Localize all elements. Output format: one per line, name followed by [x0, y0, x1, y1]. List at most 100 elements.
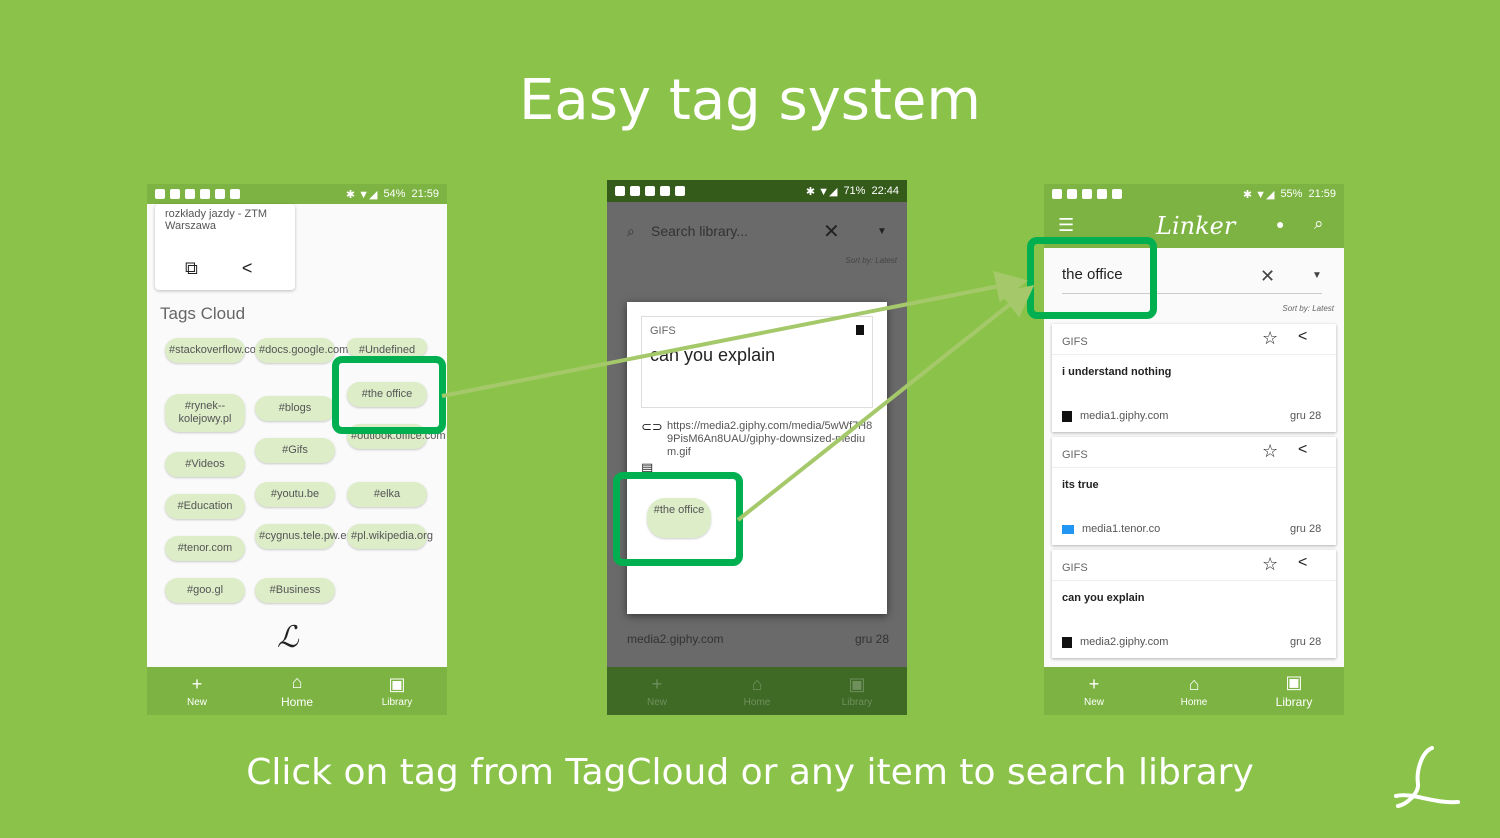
library-icon: ▣ — [848, 673, 866, 694]
item-source: media1.tenor.co — [1082, 523, 1161, 535]
item-date: gru 28 — [1290, 523, 1322, 535]
item-title: its true — [1062, 479, 1099, 491]
highlight-search-field — [1027, 237, 1157, 319]
star-icon[interactable]: ☆ — [1262, 328, 1278, 349]
headline: Easy tag system — [519, 68, 981, 133]
library-item[interactable]: GIFS ☆ < can you explain media2.giphy.co… — [1052, 550, 1336, 658]
nav-new[interactable]: + New — [1044, 667, 1144, 715]
item-category: GIFS — [650, 325, 676, 337]
nav-home[interactable]: ⌂ Home — [1144, 667, 1244, 715]
bottom-nav: + New ⌂ Home ▣ Library — [1044, 667, 1344, 715]
tag-chip[interactable]: #blogs — [255, 396, 335, 421]
item-url[interactable]: ⊂⊃ https://media2.giphy.com/media/5wWf7H8… — [641, 420, 873, 476]
sort-label[interactable]: Sort by: Latest — [845, 256, 897, 265]
chevron-down-icon[interactable]: ▼ — [877, 226, 887, 237]
nav-new[interactable]: + New — [147, 667, 247, 715]
item-date: gru 28 — [1290, 636, 1322, 648]
nav-library[interactable]: ▣ Library — [807, 667, 907, 715]
tag-chip[interactable]: #elka — [347, 482, 427, 507]
bottom-nav: + New ⌂ Home ▣ Library — [607, 667, 907, 715]
clock: 22:44 — [871, 185, 899, 197]
chevron-down-icon[interactable]: ▼ — [1312, 270, 1322, 281]
favicon-icon — [1062, 636, 1072, 648]
item-date: gru 28 — [1290, 410, 1322, 422]
status-bar: ✱ ▼◢ 55% 21:59 — [1044, 184, 1344, 204]
item-date: gru 28 — [854, 632, 889, 646]
plus-icon: + — [191, 673, 203, 694]
list-item[interactable]: media2.giphy.com gru 28 — [627, 632, 889, 646]
tag-chip[interactable]: #goo.gl — [165, 578, 245, 603]
tag-chip[interactable]: #rynek--kolejowy.pl — [165, 394, 245, 432]
share-icon[interactable]: < — [1298, 554, 1307, 572]
phone-home-screen: ✱ ▼◢ 54% 21:59 rozkłady jazdy - ZTM Wars… — [147, 184, 447, 715]
item-title: i understand nothing — [1062, 366, 1172, 378]
nav-library[interactable]: ▣ Library — [1244, 667, 1344, 715]
nav-library[interactable]: ▣ Library — [347, 667, 447, 715]
close-icon[interactable]: ✕ — [1260, 266, 1275, 287]
library-item[interactable]: GIFS ☆ < i understand nothing media1.gip… — [1052, 324, 1336, 432]
battery-text: 55% — [1280, 188, 1303, 200]
linker-logo: ℒ — [277, 620, 299, 655]
highlight-item-tag — [613, 472, 743, 566]
battery-text: 54% — [383, 188, 406, 200]
bottom-nav: + New ⌂ Home ▣ Library — [147, 667, 447, 715]
library-item[interactable]: GIFS ☆ < its true media1.tenor.co gru 28 — [1052, 437, 1336, 545]
search-bar[interactable]: ⌕ Search library... ✕ ▼ — [627, 216, 897, 246]
notification-icons — [155, 189, 240, 199]
linker-logo — [1394, 746, 1460, 808]
signal-icon: ✱ ▼◢ — [345, 188, 378, 201]
home-icon: ⌂ — [291, 672, 303, 692]
star-icon[interactable]: ☆ — [1262, 441, 1278, 462]
status-bar: ✱ ▼◢ 54% 21:59 — [147, 184, 447, 204]
tag-chip[interactable]: #pl.wikipedia.org — [347, 524, 433, 549]
home-icon: ⌂ — [751, 673, 763, 694]
home-icon: ⌂ — [1188, 673, 1200, 694]
caption: Click on tag from TagCloud or any item t… — [246, 752, 1254, 793]
app-title: Linker — [1156, 212, 1236, 240]
tag-chip[interactable]: #tenor.com — [165, 536, 245, 561]
copy-icon[interactable]: ⧉ — [185, 258, 198, 279]
signal-icon: ✱ ▼◢ — [805, 185, 838, 198]
tag-chip[interactable]: #cygnus.tele.pw.edu.pl — [255, 524, 370, 549]
item-source: media2.giphy.com — [1080, 636, 1169, 648]
battery-text: 71% — [843, 185, 866, 197]
library-icon: ▣ — [388, 673, 406, 694]
item-category: GIFS — [1062, 449, 1088, 461]
plus-icon: + — [1088, 673, 1100, 694]
clock: 21:59 — [411, 188, 439, 200]
tag-chip[interactable]: #Gifs — [255, 438, 335, 463]
tag-chip[interactable]: #Education — [165, 494, 245, 519]
share-icon[interactable]: < — [1298, 441, 1307, 459]
item-card: GIFS can you explain — [641, 316, 873, 408]
nav-new[interactable]: + New — [607, 667, 707, 715]
tag-chip[interactable]: #docs.google.com — [255, 338, 348, 363]
share-icon[interactable]: < — [242, 258, 253, 279]
phone-item-detail: ✱ ▼◢ 71% 22:44 ⌕ Search library... ✕ ▼ S… — [607, 180, 907, 715]
star-icon[interactable]: ☆ — [1262, 554, 1278, 575]
search-input[interactable]: Search library... — [651, 223, 748, 239]
signal-icon: ✱ ▼◢ — [1242, 188, 1275, 201]
tags-cloud-title: Tags Cloud — [160, 304, 246, 323]
search-icon[interactable]: ⌕ — [1314, 214, 1324, 234]
nav-home[interactable]: ⌂ Home — [247, 667, 347, 715]
clock: 21:59 — [1308, 188, 1336, 200]
nav-home[interactable]: ⌂ Home — [707, 667, 807, 715]
tag-chip[interactable]: #Undefined — [347, 338, 427, 356]
item-detail-dialog: GIFS can you explain ⊂⊃ https://media2.gi… — [627, 302, 891, 715]
filter-icon[interactable]: ● — [1276, 216, 1284, 232]
highlight-tag-cloud-the-office — [332, 356, 446, 434]
tag-chip[interactable]: #youtu.be — [255, 482, 335, 507]
sort-label[interactable]: Sort by: Latest — [1282, 304, 1334, 313]
close-icon[interactable]: ✕ — [823, 219, 840, 244]
item-category: GIFS — [1062, 562, 1088, 574]
bookmark-icon — [856, 325, 864, 335]
menu-icon[interactable]: ☰ — [1058, 215, 1074, 236]
tag-chip[interactable]: #Videos — [165, 452, 245, 477]
tag-chip[interactable]: #stackoverflow.com — [165, 338, 265, 363]
item-category: GIFS — [1062, 336, 1088, 348]
link-card[interactable]: rozkłady jazdy - ZTM Warszawa ⧉ < — [155, 204, 295, 290]
item-title: can you explain — [650, 345, 776, 365]
item-source: media1.giphy.com — [1080, 410, 1169, 422]
tag-chip[interactable]: #Business — [255, 578, 335, 603]
share-icon[interactable]: < — [1298, 328, 1307, 346]
